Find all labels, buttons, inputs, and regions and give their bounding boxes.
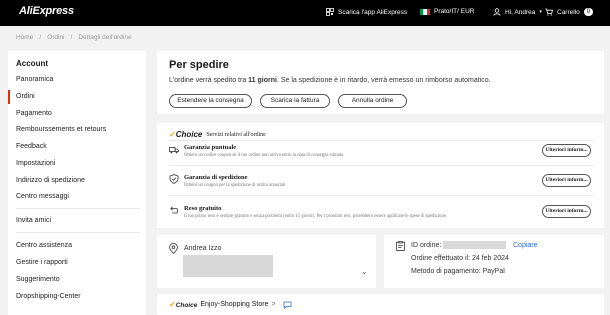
shipping-days: 11 giorni [248, 77, 277, 84]
sidebar-item-rapporti[interactable]: Gestire i rapporti [8, 256, 146, 270]
sidebar-item-pagamento[interactable]: Pagamento [8, 107, 146, 121]
extend-delivery-button[interactable]: Estendere la consegna [169, 94, 252, 108]
breadcrumb-separator: / [39, 34, 42, 41]
order-services-panel: ✓Choice Servizi relativi all'ordine Gara… [157, 123, 604, 228]
account-sidebar: Account Panoramica Ordini Pagamento Remb… [8, 51, 146, 315]
cart-icon [545, 8, 553, 16]
sidebar-item-messaggi[interactable]: Centro messaggi [8, 190, 146, 204]
guarantee-description: Ottieni un coupon per la spedizione di o… [184, 183, 286, 188]
truck-icon [169, 147, 179, 154]
services-header: ✓Choice Servizi relativi all'ordine [169, 130, 266, 139]
copy-order-id-link[interactable]: Copiare [513, 242, 538, 249]
shield-icon [169, 174, 179, 184]
divider [169, 140, 594, 141]
guarantee-title: Garanzia di spedizione [184, 174, 248, 181]
breadcrumb-orders[interactable]: Ordini [47, 34, 64, 41]
clipboard-icon [396, 241, 405, 251]
cart-count-badge: 0 [583, 8, 594, 16]
sidebar-item-invita-amici[interactable]: Invita amici [8, 214, 146, 228]
breadcrumb-separator: / [70, 34, 73, 41]
user-icon [493, 8, 501, 16]
sidebar-item-dropshipping[interactable]: Dropshipping-Center [8, 290, 146, 304]
aliexpress-logo[interactable]: AliExpress [19, 5, 74, 17]
sidebar-item-ordini[interactable]: Ordini [8, 90, 146, 104]
more-info-button[interactable]: Ulteriori inform... [542, 174, 591, 187]
return-icon [170, 206, 179, 214]
order-status-description: L'ordine verrà spedito tra 11 giorni. Se… [169, 77, 491, 84]
cancel-order-button[interactable]: Annulla ordine [338, 94, 407, 108]
redacted-address [183, 255, 273, 277]
location-pin-icon [169, 243, 178, 254]
more-info-button[interactable]: Ulteriori inform... [542, 144, 591, 157]
store-header[interactable]: ✓Choice Enjoy-Shopping Store > [169, 300, 292, 309]
divider [169, 195, 594, 196]
order-info-panel: ID ordine: Copiare Ordine effettuato il:… [384, 235, 604, 288]
cart-link[interactable]: Carrello 0 [545, 8, 594, 16]
divider [169, 165, 594, 166]
user-greeting: Hi, Andrea [505, 8, 536, 16]
breadcrumb-home[interactable]: Home [16, 34, 33, 41]
more-info-button[interactable]: Ulteriori inform... [542, 205, 591, 218]
guarantee-title: Reso gratuito [184, 205, 222, 212]
sidebar-item-indirizzo[interactable]: Indirizzo di spedizione [8, 174, 146, 188]
download-invoice-button[interactable]: Scarica la fattura [260, 94, 330, 108]
sidebar-item-suggerimento[interactable]: Suggerimento [8, 273, 146, 287]
chevron-right-icon: > [271, 301, 276, 308]
guarantee-description: Il tuo primo reso è sempre gratuito e se… [184, 214, 447, 219]
chevron-down-icon[interactable]: ⌄ [361, 267, 368, 276]
order-status-title: Per spedire [169, 59, 229, 71]
status-desc-text: . Se la spedizione è in ritardo, verrà e… [276, 77, 491, 84]
sidebar-item-rimborsi[interactable]: Rembourssements et retours [8, 123, 146, 137]
breadcrumb-current: Dettagli dell'ordine [78, 34, 132, 41]
choice-logo: ✓Choice [169, 130, 202, 139]
download-app-link[interactable]: Scarica l'app AliExpress [326, 8, 407, 16]
chat-icon[interactable] [283, 301, 292, 309]
status-desc-text: L'ordine verrà spedito tra [169, 77, 249, 84]
order-date: Ordine effettuato il: 24 feb 2024 [411, 255, 509, 262]
check-icon: ✓ [169, 300, 176, 309]
services-header-label: Servizi relativi all'ordine [206, 131, 266, 138]
breadcrumb: Home / Ordini / Dettagli dell'ordine [16, 34, 132, 41]
choice-label: Choice [175, 302, 198, 309]
order-id-label: ID ordine: [411, 242, 442, 249]
payment-method: Metodo di pagamento: PayPal [411, 268, 505, 275]
account-menu[interactable]: Hi, Andrea ▾ [493, 8, 542, 16]
sidebar-item-feedback[interactable]: Feedback [8, 140, 146, 154]
sidebar-item-assistenza[interactable]: Centro assistenza [8, 239, 146, 253]
guarantee-description: Ottieni un codice coupon se il tuo ordin… [184, 153, 344, 158]
locale-label: Prato/IT/ EUR [434, 8, 475, 15]
locale-selector[interactable]: Prato/IT/ EUR [420, 8, 474, 15]
cart-label: Carrello [557, 8, 580, 16]
sidebar-divider [16, 208, 140, 209]
sidebar-divider [16, 232, 140, 233]
choice-label: Choice [175, 130, 203, 139]
store-name[interactable]: Enjoy-Shopping Store [200, 301, 268, 308]
redacted-order-id [443, 241, 506, 249]
store-panel: ✓Choice Enjoy-Shopping Store > [157, 294, 604, 315]
recipient-name: Andrea Izzo [184, 245, 222, 252]
sidebar-item-panoramica[interactable]: Panoramica [8, 73, 146, 87]
download-app-label: Scarica l'app AliExpress [338, 8, 408, 16]
check-icon: ✓ [169, 130, 176, 139]
guarantee-title: Garanzia puntuale [184, 144, 237, 151]
qr-code-icon [326, 8, 334, 16]
top-bar: AliExpress Scarica l'app AliExpress Prat… [0, 0, 610, 26]
sidebar-item-impostazioni[interactable]: Impostazioni [8, 157, 146, 171]
shipping-address-panel: Andrea Izzo ⌄ [157, 235, 376, 288]
order-status-panel: Per spedire L'ordine verrà spedito tra 1… [157, 51, 604, 114]
sidebar-title: Account [16, 59, 48, 68]
chevron-down-icon: ▾ [539, 9, 542, 15]
choice-logo: ✓Choice [169, 300, 197, 309]
italy-flag-icon [420, 8, 430, 15]
